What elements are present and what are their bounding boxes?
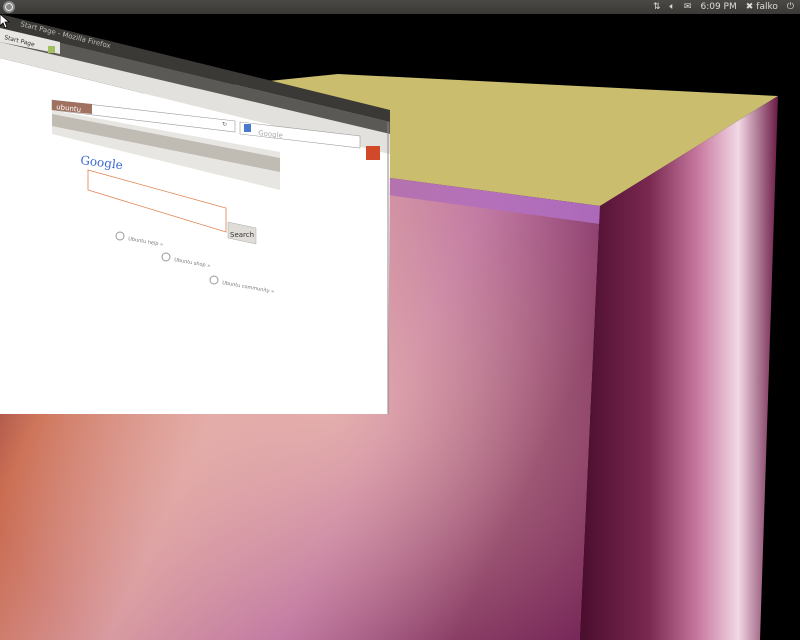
user-icon: ✖ — [745, 2, 754, 12]
mail-envelope-icon[interactable]: ✉ — [684, 2, 692, 12]
user-menu[interactable]: ✖ falko — [746, 2, 778, 12]
home-icon[interactable] — [366, 146, 380, 160]
user-name: falko — [756, 2, 778, 12]
top-panel: ⇅ 🔈︎ ✉ 6:09 PM ✖ falko ⏻ — [0, 0, 800, 14]
browser-window[interactable]: Start Page - Mozilla Firefox Start Page … — [0, 14, 390, 414]
panel-indicators: ⇅ 🔈︎ ✉ 6:09 PM ✖ falko ⏻ — [653, 2, 800, 12]
mouse-cursor-icon — [0, 14, 10, 28]
cube-scene: Start Page - Mozilla Firefox Start Page … — [0, 14, 800, 640]
power-icon[interactable]: ⏻ — [787, 2, 794, 12]
svg-text:Search: Search — [230, 231, 254, 239]
google-search-icon — [244, 124, 251, 132]
new-tab-icon[interactable] — [48, 46, 55, 53]
volume-muted-icon[interactable]: 🔈︎ — [670, 2, 675, 12]
clock[interactable]: 6:09 PM — [700, 2, 736, 12]
reload-icon[interactable]: ↻ — [222, 121, 227, 128]
ubuntu-logo-icon[interactable] — [3, 1, 15, 13]
network-arrows-icon[interactable]: ⇅ — [653, 2, 661, 12]
